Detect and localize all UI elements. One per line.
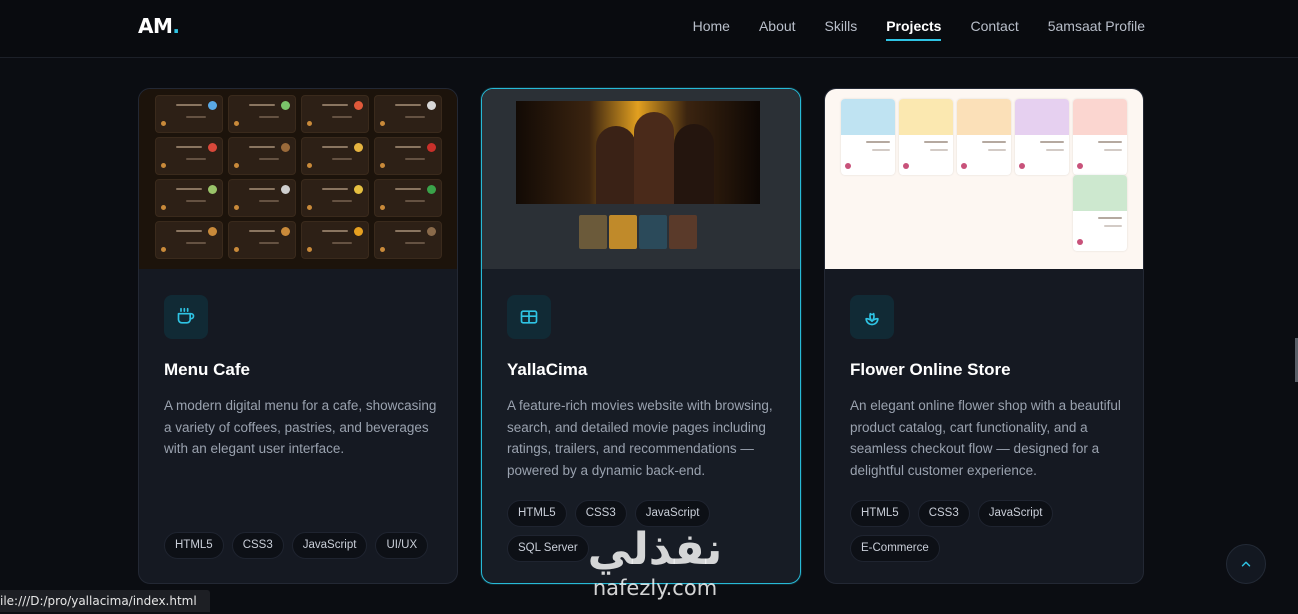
project-title: Flower Online Store bbox=[850, 360, 1011, 379]
watermark-arabic: نفذلي bbox=[587, 524, 723, 575]
film-icon bbox=[507, 295, 551, 339]
watermark-latin: nafezly.com bbox=[592, 576, 718, 600]
flower-icon bbox=[850, 295, 894, 339]
browser-status-bar: ile:///D:/pro/yallacima/index.html bbox=[0, 590, 210, 612]
tag-list: HTML5 CSS3 JavaScript E-Commerce bbox=[850, 500, 1130, 562]
tag: JavaScript bbox=[634, 500, 711, 527]
tag: E-Commerce bbox=[850, 535, 940, 562]
tag: UI/UX bbox=[375, 532, 429, 559]
tag: JavaScript bbox=[291, 532, 368, 559]
watermark: نفذلي nafezly.com bbox=[570, 524, 740, 600]
tag: JavaScript bbox=[977, 500, 1054, 527]
logo[interactable]: AM. bbox=[138, 14, 180, 38]
nav-link-profile[interactable]: 5amsaat Profile bbox=[1048, 18, 1145, 41]
project-description: A modern digital menu for a cafe, showca… bbox=[164, 398, 437, 456]
scroll-to-top-button[interactable] bbox=[1226, 544, 1266, 584]
logo-dot: . bbox=[172, 14, 180, 38]
logo-text: AM bbox=[138, 14, 173, 38]
tag: HTML5 bbox=[164, 532, 224, 559]
navbar: AM. Home About Skills Projects Contact 5… bbox=[0, 0, 1298, 58]
nav-link-projects[interactable]: Projects bbox=[886, 18, 942, 41]
tag: CSS3 bbox=[231, 532, 284, 559]
chevron-up-icon bbox=[1241, 561, 1251, 567]
tag: CSS3 bbox=[917, 500, 970, 527]
nav-link-home[interactable]: Home bbox=[693, 18, 730, 41]
nav-links: Home About Skills Projects Contact 5amsa… bbox=[693, 18, 1145, 41]
tag: HTML5 bbox=[507, 500, 567, 527]
project-description: An elegant online flower shop with a bea… bbox=[850, 398, 1121, 478]
project-card-yallacima[interactable]: YallaCima A feature-rich movies website … bbox=[481, 88, 801, 584]
nav-link-contact[interactable]: Contact bbox=[970, 18, 1018, 41]
nav-link-skills[interactable]: Skills bbox=[825, 18, 858, 41]
nav-link-about[interactable]: About bbox=[759, 18, 796, 41]
project-thumbnail bbox=[825, 89, 1143, 269]
project-thumbnail bbox=[482, 89, 800, 269]
project-card-flower-store[interactable]: Flower Online Store An elegant online fl… bbox=[824, 88, 1144, 584]
project-thumbnail bbox=[139, 89, 457, 269]
coffee-cup-icon bbox=[164, 295, 208, 339]
project-title: Menu Cafe bbox=[164, 360, 250, 379]
tag-list: HTML5 CSS3 JavaScript UI/UX bbox=[164, 532, 444, 559]
project-title: YallaCima bbox=[507, 360, 588, 379]
tag: CSS3 bbox=[574, 500, 627, 527]
project-description: A feature-rich movies website with brows… bbox=[507, 398, 773, 478]
project-card-menu-cafe[interactable]: Menu Cafe A modern digital menu for a ca… bbox=[138, 88, 458, 584]
tag: HTML5 bbox=[850, 500, 910, 527]
